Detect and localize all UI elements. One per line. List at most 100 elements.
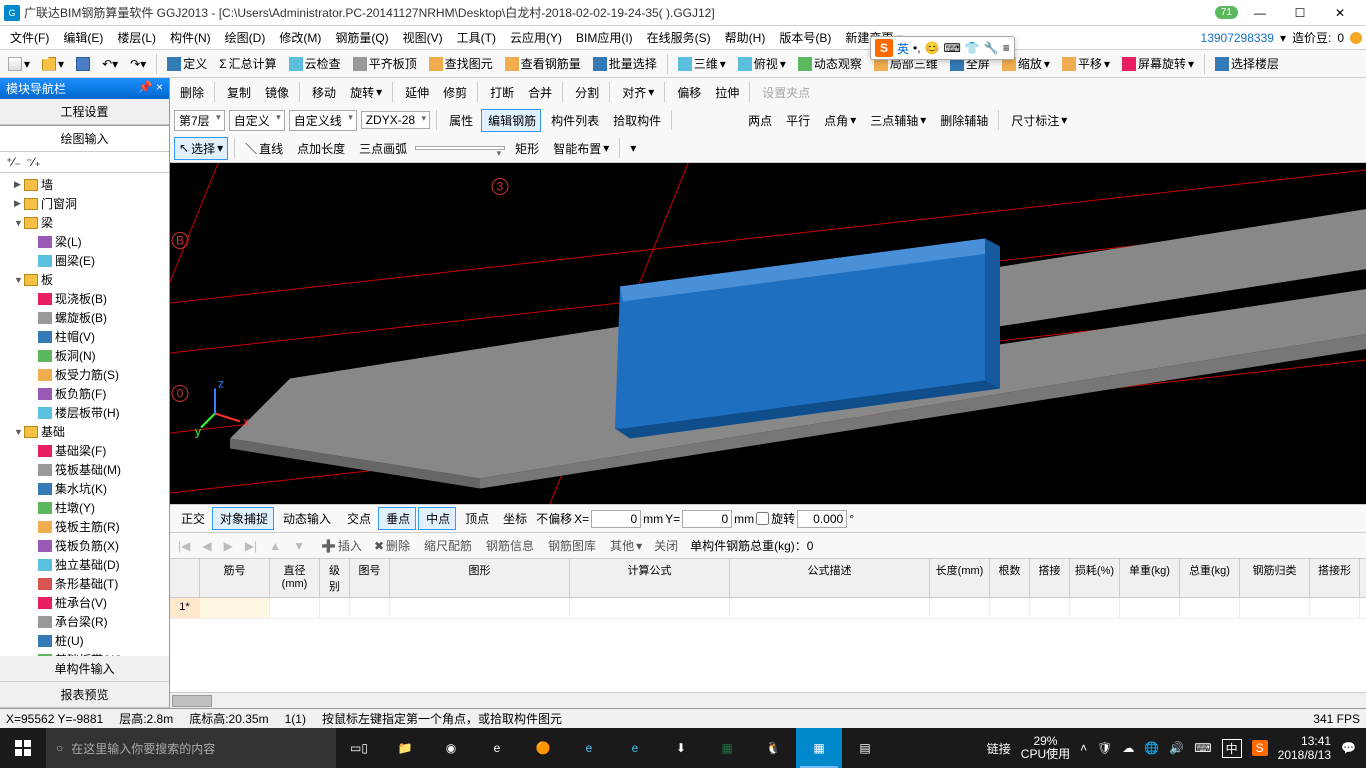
grid-other[interactable]: 其他▾ — [604, 535, 646, 556]
ime-lang[interactable]: 英 — [897, 40, 909, 57]
component-tree[interactable]: ▶墙▶门窗洞▼梁梁(L)圈梁(E)▼板现浇板(B)螺旋板(B)柱帽(V)板洞(N… — [0, 173, 169, 656]
menu-rebar[interactable]: 钢筋量(Q) — [329, 27, 394, 48]
ime-tool-icon[interactable]: 🔧 — [984, 41, 999, 55]
define-button[interactable]: 定义 — [163, 53, 211, 74]
nav-first[interactable]: |◀ — [174, 539, 194, 553]
line-tool[interactable]: ＼直线 — [241, 138, 287, 159]
nav-next[interactable]: ▶ — [220, 539, 237, 553]
browser-icon[interactable]: 🟠 — [520, 728, 566, 768]
user-phone[interactable]: 13907298339 — [1201, 31, 1274, 45]
menu-bim[interactable]: BIM应用(I) — [570, 27, 639, 48]
edit-rebar-button[interactable]: 编辑钢筋 — [481, 109, 541, 132]
nav-down[interactable]: ▼ — [289, 539, 309, 553]
tree-node[interactable]: 梁(L) — [2, 232, 167, 251]
tray-safe-icon[interactable]: 🛡 — [1097, 741, 1112, 755]
subcat-combo[interactable]: 自定义线 — [289, 110, 357, 131]
tray-ime[interactable]: 中 — [1222, 739, 1242, 758]
arc3-tool[interactable]: 三点画弧 — [353, 138, 411, 159]
arc-combo[interactable] — [415, 146, 505, 150]
tree-node[interactable]: ▶门窗洞 — [2, 194, 167, 213]
category-combo[interactable]: 自定义 — [229, 110, 285, 131]
props-button[interactable]: 属性 — [443, 110, 477, 131]
copy-button[interactable]: 复制 — [221, 82, 255, 103]
find-button[interactable]: 查找图元 — [425, 53, 497, 74]
tray-net-icon[interactable]: 🌐 — [1144, 741, 1159, 755]
tray-vol-icon[interactable]: 🔊 — [1169, 741, 1184, 755]
tray-link[interactable]: 链接 — [987, 740, 1011, 757]
tree-node[interactable]: 楼层板带(H) — [2, 403, 167, 422]
tree-node[interactable]: 筏板负筋(X) — [2, 536, 167, 555]
tree-node[interactable]: 承台梁(R) — [2, 612, 167, 631]
perp-button[interactable]: 垂点 — [378, 507, 416, 530]
menu-edit[interactable]: 编辑(E) — [57, 27, 109, 48]
grid-insert[interactable]: ➕插入 — [317, 535, 366, 556]
tree-node[interactable]: 螺旋板(B) — [2, 308, 167, 327]
tray-up-icon[interactable]: ˄ — [1080, 741, 1087, 755]
nav-prev[interactable]: ◀ — [198, 539, 215, 553]
menu-tools[interactable]: 工具(T) — [451, 27, 502, 48]
folder-icon[interactable]: 📁 — [382, 728, 428, 768]
tree-node[interactable]: 柱帽(V) — [2, 327, 167, 346]
pan-button[interactable]: 平移▾ — [1058, 53, 1114, 74]
view-rebar-button[interactable]: 查看钢筋量 — [501, 53, 585, 74]
open-button[interactable]: ▾ — [38, 55, 68, 73]
start-button[interactable] — [0, 728, 46, 768]
nav-up[interactable]: ▲ — [265, 539, 285, 553]
delaux-button[interactable]: 删除辅轴 — [934, 110, 992, 131]
code-combo[interactable]: ZDYX-28 — [361, 111, 430, 129]
single-input-tab[interactable]: 单构件输入 — [0, 656, 169, 682]
minimize-button[interactable]: — — [1246, 6, 1274, 20]
mirror-button[interactable]: 镜像 — [259, 82, 293, 103]
delete-button[interactable]: 删除 — [174, 82, 208, 103]
grid-row[interactable]: 1* — [170, 598, 1366, 619]
osnap-button[interactable]: 对象捕捉 — [212, 507, 274, 530]
excel-icon[interactable]: ▦ — [704, 728, 750, 768]
tree-node[interactable]: 柱墩(Y) — [2, 498, 167, 517]
xunlei-icon[interactable]: ⬇ — [658, 728, 704, 768]
tree-node[interactable]: 桩承台(V) — [2, 593, 167, 612]
3d-viewport[interactable]: B 0 3 x y — [170, 163, 1366, 504]
trim-button[interactable]: 修剪 — [437, 82, 471, 103]
tray-cloud-icon[interactable]: ☁ — [1122, 741, 1134, 755]
ime-emoji-icon[interactable]: 😊 — [925, 41, 940, 55]
merge-button[interactable]: 合并 — [522, 82, 556, 103]
edge-legacy-icon[interactable]: e — [474, 728, 520, 768]
rotate-screen-button[interactable]: 屏幕旋转▾ — [1118, 53, 1198, 74]
undo-button[interactable]: ↶▾ — [98, 55, 122, 73]
grid-info[interactable]: 钢筋信息 — [480, 535, 538, 556]
tree-node[interactable]: 独立基础(D) — [2, 555, 167, 574]
mid-button[interactable]: 中点 — [418, 507, 456, 530]
smart-tool[interactable]: 智能布置▾ — [547, 138, 613, 159]
y-input[interactable] — [682, 510, 732, 528]
collapse-icon[interactable]: ⁻⁄₊ — [26, 155, 40, 169]
ortho-button[interactable]: 正交 — [174, 508, 210, 529]
ime-toolbar[interactable]: S 英 •, 😊 ⌨ 👕 🔧 ≡ — [870, 36, 1015, 60]
ptangle-button[interactable]: 点角▾ — [818, 110, 860, 131]
tree-node[interactable]: 圈梁(E) — [2, 251, 167, 270]
menu-draw[interactable]: 绘图(D) — [219, 27, 272, 48]
level-top-button[interactable]: 平齐板顶 — [349, 53, 421, 74]
align-button[interactable]: 对齐▾ — [616, 82, 658, 103]
menu-modify[interactable]: 修改(M) — [273, 27, 327, 48]
ime-punct-icon[interactable]: •, — [913, 41, 921, 55]
batch-select-button[interactable]: 批量选择 — [589, 53, 661, 74]
threept-aux-button[interactable]: 三点辅轴▾ — [864, 110, 930, 131]
break-button[interactable]: 打断 — [484, 82, 518, 103]
select-floor-button[interactable]: 选择楼层 — [1211, 53, 1283, 74]
tree-node[interactable]: 板受力筋(S) — [2, 365, 167, 384]
project-settings-tab[interactable]: 工程设置 — [0, 99, 169, 125]
tree-node[interactable]: 板负筋(F) — [2, 384, 167, 403]
coord-button[interactable]: 坐标 — [496, 508, 532, 529]
draw-input-tab[interactable]: 绘图输入 — [0, 125, 169, 152]
rotate-btn[interactable]: 旋转▾ — [344, 82, 386, 103]
rebar-grid[interactable]: 筋号 直径(mm) 级别 图号 图形 计算公式 公式描述 长度(mm) 根数 搭… — [170, 558, 1366, 708]
apex-button[interactable]: 顶点 — [458, 508, 494, 529]
sum-button[interactable]: Σ 汇总计算 — [215, 53, 280, 74]
grid-lib[interactable]: 钢筋图库 — [542, 535, 600, 556]
tree-node[interactable]: ▼梁 — [2, 213, 167, 232]
parallel-button[interactable]: 平行 — [780, 110, 814, 131]
ime-skin-icon[interactable]: 👕 — [965, 41, 980, 55]
grid-scale[interactable]: 缩尺配筋 — [418, 535, 476, 556]
menu-version[interactable]: 版本号(B) — [773, 27, 837, 48]
save-button[interactable] — [72, 55, 94, 73]
